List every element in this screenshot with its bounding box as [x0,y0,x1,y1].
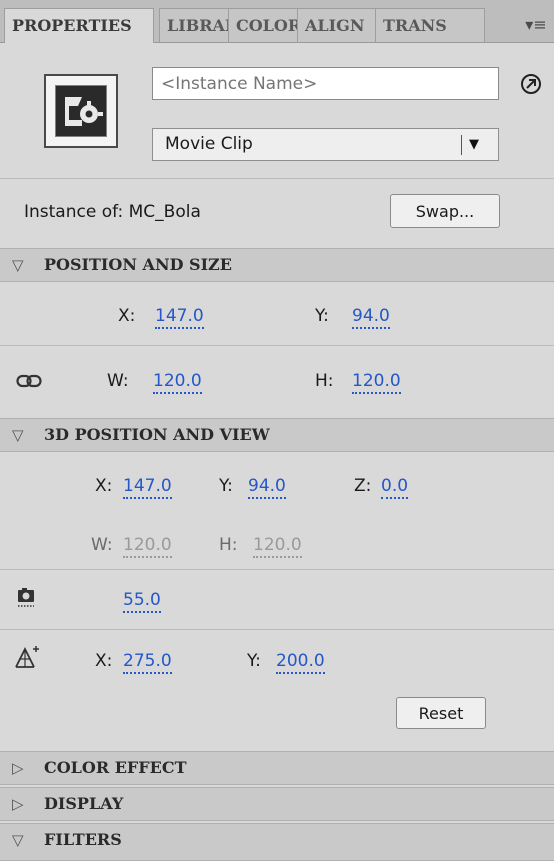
3d-z-value[interactable]: 0.0 [381,475,409,499]
3d-w-value: 120.0 [123,534,172,558]
h-value[interactable]: 120.0 [352,370,401,394]
section-filters[interactable]: ▽ FILTERS [0,823,554,861]
section-display[interactable]: ▷ DISPLAY [0,787,554,821]
instance-of-label: Instance of: MC_Bola [24,202,201,222]
3d-h-label: H: [219,535,238,555]
3d-y-value[interactable]: 94.0 [248,475,286,499]
symbol-type-value: Movie Clip [165,134,253,154]
collapse-triangle-icon: ▽ [12,831,24,849]
edit-symbol-icon[interactable] [520,73,542,95]
3d-y-label: Y: [219,476,233,496]
divider [0,629,554,630]
chevron-down-icon: ▼ [469,137,479,152]
vanishing-y-label: Y: [247,651,261,671]
3d-x-label: X: [95,476,113,496]
expand-triangle-icon: ▷ [12,795,24,813]
section-3d-position-and-view[interactable]: ▽ 3D POSITION AND VIEW [0,418,554,452]
reset-button[interactable]: Reset [396,697,486,729]
vanishing-x-value[interactable]: 275.0 [123,650,172,674]
vanishing-x-label: X: [95,651,113,671]
instance-name-input[interactable] [152,67,499,100]
tab-align[interactable]: ALIGN [297,8,376,42]
divider [0,178,554,179]
vanishing-y-value[interactable]: 200.0 [276,650,325,674]
h-label: H: [315,371,334,391]
3d-x-value[interactable]: 147.0 [123,475,172,499]
collapse-triangle-icon: ▽ [12,256,24,274]
section-position-and-size[interactable]: ▽ POSITION AND SIZE [0,248,554,282]
vanishing-point-icon [14,645,40,669]
y-label: Y: [315,306,329,326]
section-color-effect[interactable]: ▷ COLOR EFFECT [0,751,554,785]
tab-library[interactable]: LIBRAI [159,8,229,42]
y-value[interactable]: 94.0 [352,305,390,329]
collapse-triangle-icon: ▽ [12,426,24,444]
x-label: X: [118,306,136,326]
perspective-angle-value[interactable]: 55.0 [123,589,161,613]
swap-button[interactable]: Swap... [390,194,500,228]
panel-menu-icon[interactable]: ▾≡ [522,14,550,36]
tab-transform[interactable]: TRANS [375,8,485,42]
perspective-angle-icon [16,586,38,608]
divider [0,569,554,570]
lock-width-height-icon[interactable] [16,373,44,389]
symbol-type-dropdown[interactable]: Movie Clip ▼ [152,128,499,161]
3d-h-value: 120.0 [253,534,302,558]
tab-color[interactable]: COLOR [228,8,298,42]
panel-tab-bar: PROPERTIES LIBRAI COLOR ALIGN TRANS ▾≡ [0,0,554,43]
divider [0,345,554,346]
tab-properties[interactable]: PROPERTIES [4,8,154,43]
w-label: W: [107,371,129,391]
movie-clip-symbol-icon [44,74,118,148]
x-value[interactable]: 147.0 [155,305,204,329]
3d-w-label: W: [91,535,113,555]
w-value[interactable]: 120.0 [153,370,202,394]
expand-triangle-icon: ▷ [12,759,24,777]
3d-z-label: Z: [354,476,372,496]
